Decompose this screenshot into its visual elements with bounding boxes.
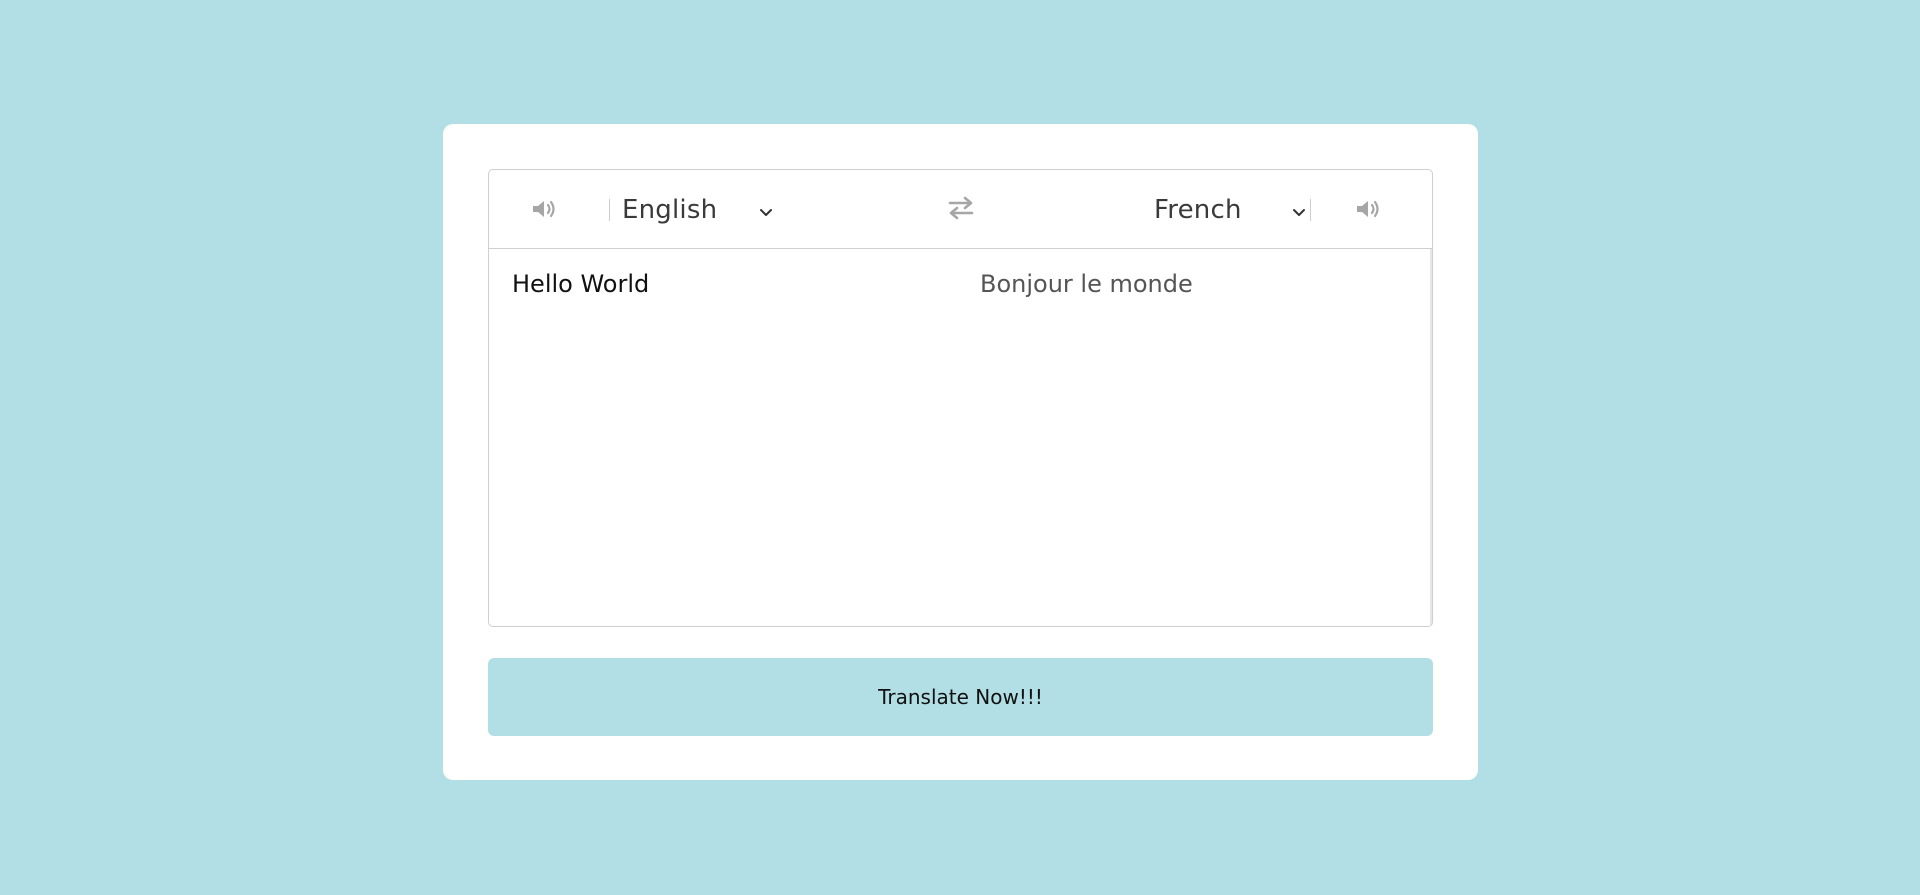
translator-card: English French Hello World Bonjour le mo… [443,124,1478,780]
text-area-edge [1430,249,1432,626]
language-controls-bar: English French [489,170,1432,249]
to-divider [1310,199,1311,221]
swap-languages-button[interactable] [945,196,977,224]
volume-icon [1355,198,1385,220]
to-speak-button[interactable] [1355,196,1385,222]
to-language-label: French [1154,195,1242,225]
exchange-icon [947,195,975,225]
from-language-label: English [622,195,718,225]
to-language-select[interactable]: French [1154,192,1314,228]
translated-text-output: Bonjour le monde [980,270,1193,298]
chevron-down-icon [758,204,774,223]
translation-panel: English French Hello World Bonjour le mo… [488,169,1433,627]
volume-icon [531,198,561,220]
chevron-down-icon [1291,204,1307,223]
source-text-input[interactable]: Hello World [512,270,952,610]
from-speak-button[interactable] [531,196,561,222]
translate-button[interactable]: Translate Now!!! [488,658,1433,736]
from-divider [609,199,610,221]
from-language-select[interactable]: English [622,192,782,228]
